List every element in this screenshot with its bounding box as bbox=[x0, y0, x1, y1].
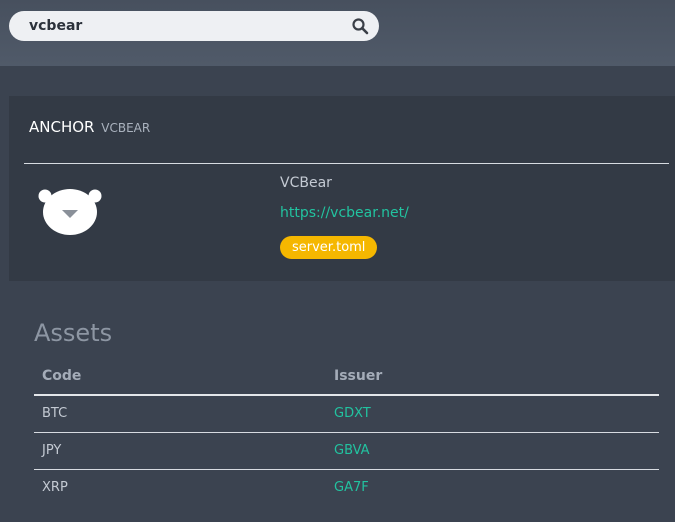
bear-logo-icon bbox=[38, 189, 102, 235]
table-row: BTC GDXT bbox=[34, 395, 659, 433]
search-icon[interactable] bbox=[351, 17, 369, 35]
table-header-row: Code Issuer bbox=[34, 357, 659, 396]
anchor-label: ANCHOR bbox=[29, 118, 95, 136]
anchor-website-link[interactable]: https://vcbear.net/ bbox=[280, 205, 409, 221]
search-input[interactable]: vcbear bbox=[29, 11, 82, 41]
server-toml-button[interactable]: server.toml bbox=[280, 236, 378, 259]
table-row: JPY GBVA bbox=[34, 432, 659, 470]
column-header-code[interactable]: Code bbox=[34, 357, 326, 396]
asset-issuer-link[interactable]: GA7F bbox=[326, 469, 659, 506]
anchor-name: VCBear bbox=[280, 175, 332, 191]
asset-issuer-link[interactable]: GDXT bbox=[326, 395, 659, 433]
anchor-code: VCBEAR bbox=[101, 121, 151, 135]
anchor-title: ANCHOR VCBEAR bbox=[29, 118, 150, 136]
divider bbox=[24, 163, 669, 164]
asset-code-cell: BTC bbox=[34, 395, 326, 433]
search-bar[interactable]: vcbear bbox=[9, 11, 379, 41]
top-bar: vcbear bbox=[0, 0, 675, 66]
assets-table: Code Issuer BTC GDXT JPY GBVA XRP GA7F bbox=[34, 357, 659, 506]
asset-issuer-link[interactable]: GBVA bbox=[326, 432, 659, 470]
anchor-card: ANCHOR VCBEAR VCBear https://vcbear.net/… bbox=[9, 96, 675, 281]
column-header-issuer[interactable]: Issuer bbox=[326, 357, 659, 396]
table-row: XRP GA7F bbox=[34, 469, 659, 506]
asset-code-cell: JPY bbox=[34, 432, 326, 470]
assets-heading: Assets bbox=[34, 319, 113, 347]
asset-code-cell: XRP bbox=[42, 480, 68, 496]
